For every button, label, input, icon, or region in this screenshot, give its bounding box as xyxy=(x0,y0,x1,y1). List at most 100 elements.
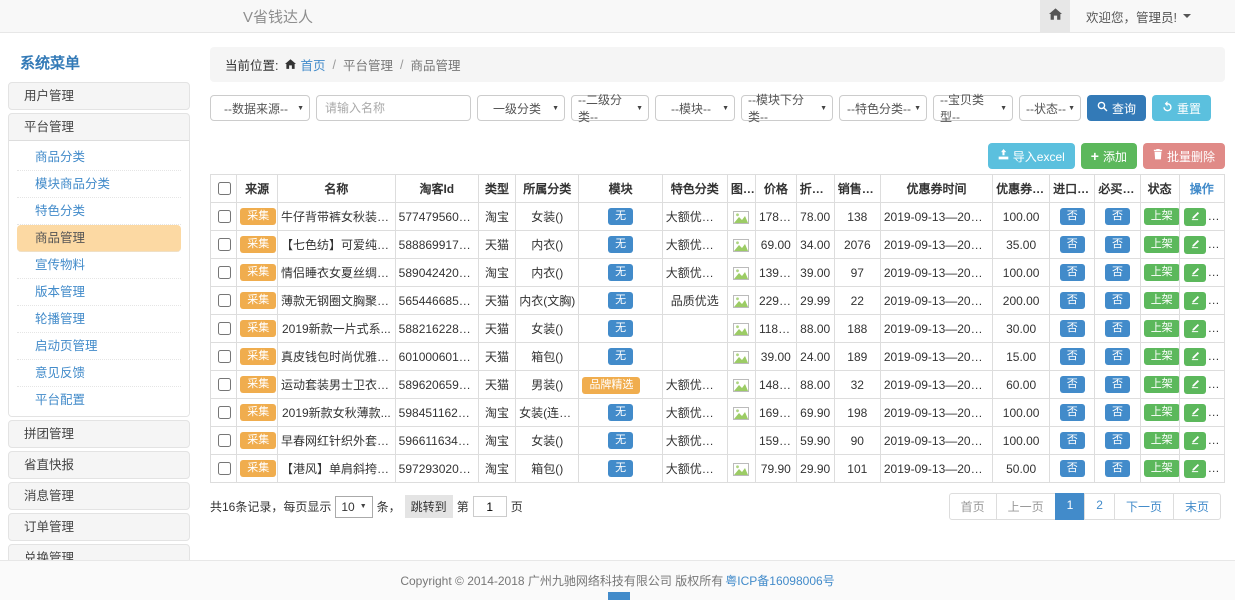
edit-button[interactable] xyxy=(1184,460,1206,478)
reset-button[interactable]: 重置 xyxy=(1152,95,1211,121)
import-select-toggle[interactable]: 否 xyxy=(1060,348,1085,365)
select-all-checkbox[interactable] xyxy=(218,182,231,195)
sidebar-item-特色分类[interactable]: 特色分类 xyxy=(17,198,181,225)
module-subcategory-select[interactable]: --模块下分类--▼ xyxy=(741,95,833,121)
import-select-toggle[interactable]: 否 xyxy=(1060,460,1085,477)
pagination-首页[interactable]: 首页 xyxy=(949,493,997,520)
import-select-toggle[interactable]: 否 xyxy=(1060,208,1085,225)
row-checkbox[interactable] xyxy=(218,266,231,279)
status-toggle[interactable]: 上架 xyxy=(1144,432,1179,449)
status-select[interactable]: --状态--▼ xyxy=(1019,95,1081,121)
must-buy-toggle[interactable]: 否 xyxy=(1105,236,1130,253)
module-badge[interactable]: 无 xyxy=(608,432,633,449)
module-badge[interactable]: 无 xyxy=(608,264,633,281)
status-toggle[interactable]: 上架 xyxy=(1144,320,1179,337)
module-badge[interactable]: 无 xyxy=(608,292,633,309)
edit-button[interactable] xyxy=(1184,208,1206,226)
row-checkbox[interactable] xyxy=(218,210,231,223)
home-button[interactable] xyxy=(1040,0,1070,32)
edit-button[interactable] xyxy=(1184,432,1206,450)
module-badge[interactable]: 无 xyxy=(608,208,633,225)
edit-button[interactable] xyxy=(1184,320,1206,338)
search-button[interactable]: 查询 xyxy=(1087,95,1146,121)
must-buy-toggle[interactable]: 否 xyxy=(1105,348,1130,365)
sidebar-section-消息管理[interactable]: 消息管理 xyxy=(9,483,189,509)
module-select[interactable]: --模块--▼ xyxy=(655,95,735,121)
sidebar-item-模块商品分类[interactable]: 模块商品分类 xyxy=(17,171,181,198)
row-checkbox[interactable] xyxy=(218,406,231,419)
import-select-toggle[interactable]: 否 xyxy=(1060,320,1085,337)
add-button[interactable]: + 添加 xyxy=(1081,143,1137,169)
import-select-toggle[interactable]: 否 xyxy=(1060,404,1085,421)
status-toggle[interactable]: 上架 xyxy=(1144,236,1179,253)
must-buy-toggle[interactable]: 否 xyxy=(1105,460,1130,477)
jump-button[interactable]: 跳转到 xyxy=(405,495,453,518)
status-toggle[interactable]: 上架 xyxy=(1144,404,1179,421)
edit-button[interactable] xyxy=(1184,264,1206,282)
item-type-select[interactable]: --宝贝类型--▼ xyxy=(933,95,1013,121)
import-excel-button[interactable]: 导入excel xyxy=(988,143,1075,169)
status-toggle[interactable]: 上架 xyxy=(1144,208,1179,225)
pagination-末页[interactable]: 末页 xyxy=(1173,493,1221,520)
row-checkbox[interactable] xyxy=(218,294,231,307)
data-source-select[interactable]: --数据来源--▼ xyxy=(210,95,310,121)
pagination-下一页[interactable]: 下一页 xyxy=(1114,493,1174,520)
must-buy-toggle[interactable]: 否 xyxy=(1105,208,1130,225)
must-buy-toggle[interactable]: 否 xyxy=(1105,432,1130,449)
sidebar-section-平台管理[interactable]: 平台管理 xyxy=(9,114,189,140)
sidebar-section-用户管理[interactable]: 用户管理 xyxy=(9,83,189,109)
edit-button[interactable] xyxy=(1184,236,1206,254)
user-menu[interactable]: 欢迎您，管理员! xyxy=(1070,7,1235,26)
sidebar-item-平台配置[interactable]: 平台配置 xyxy=(17,387,181,413)
must-buy-toggle[interactable]: 否 xyxy=(1105,404,1130,421)
module-badge[interactable]: 品牌精选 xyxy=(582,377,640,394)
breadcrumb-home-link[interactable]: 首页 xyxy=(285,55,325,74)
module-badge[interactable]: 无 xyxy=(608,348,633,365)
sidebar-item-商品管理[interactable]: 商品管理 xyxy=(17,225,181,252)
import-select-toggle[interactable]: 否 xyxy=(1060,264,1085,281)
row-checkbox[interactable] xyxy=(218,350,231,363)
sidebar-item-轮播管理[interactable]: 轮播管理 xyxy=(17,306,181,333)
must-buy-toggle[interactable]: 否 xyxy=(1105,320,1130,337)
pagination-2[interactable]: 2 xyxy=(1084,493,1115,520)
pagination-上一页[interactable]: 上一页 xyxy=(996,493,1056,520)
module-badge[interactable]: 无 xyxy=(608,320,633,337)
per-page-select[interactable]: 10 ▼ xyxy=(335,496,372,518)
page-number-input[interactable] xyxy=(473,496,507,517)
level2-category-select[interactable]: --二级分类--▼ xyxy=(571,95,649,121)
sidebar-item-商品分类[interactable]: 商品分类 xyxy=(17,144,181,171)
status-toggle[interactable]: 上架 xyxy=(1144,292,1179,309)
row-checkbox[interactable] xyxy=(218,238,231,251)
module-badge[interactable]: 无 xyxy=(608,460,633,477)
row-checkbox[interactable] xyxy=(218,378,231,391)
sidebar-section-拼团管理[interactable]: 拼团管理 xyxy=(9,421,189,447)
sidebar-item-宣传物料[interactable]: 宣传物料 xyxy=(17,252,181,279)
edit-button[interactable] xyxy=(1184,376,1206,394)
row-checkbox[interactable] xyxy=(218,434,231,447)
edit-button[interactable] xyxy=(1184,292,1206,310)
batch-delete-button[interactable]: 批量删除 xyxy=(1143,143,1225,169)
icp-link[interactable]: 粤ICP备16098006号 xyxy=(725,572,834,589)
status-toggle[interactable]: 上架 xyxy=(1144,376,1179,393)
name-input[interactable] xyxy=(316,95,471,121)
import-select-toggle[interactable]: 否 xyxy=(1060,376,1085,393)
must-buy-toggle[interactable]: 否 xyxy=(1105,292,1130,309)
pagination-1[interactable]: 1 xyxy=(1055,493,1086,520)
sidebar-section-省直快报[interactable]: 省直快报 xyxy=(9,452,189,478)
sidebar-section-兑换管理[interactable]: 兑换管理 xyxy=(9,545,189,560)
edit-button[interactable] xyxy=(1184,404,1206,422)
status-toggle[interactable]: 上架 xyxy=(1144,460,1179,477)
edit-button[interactable] xyxy=(1184,348,1206,366)
must-buy-toggle[interactable]: 否 xyxy=(1105,376,1130,393)
import-select-toggle[interactable]: 否 xyxy=(1060,432,1085,449)
import-select-toggle[interactable]: 否 xyxy=(1060,236,1085,253)
import-select-toggle[interactable]: 否 xyxy=(1060,292,1085,309)
module-badge[interactable]: 无 xyxy=(608,236,633,253)
module-badge[interactable]: 无 xyxy=(608,404,633,421)
level1-category-select[interactable]: 一级分类▼ xyxy=(477,95,565,121)
back-to-top-button[interactable] xyxy=(608,592,630,600)
sidebar-item-启动页管理[interactable]: 启动页管理 xyxy=(17,333,181,360)
status-toggle[interactable]: 上架 xyxy=(1144,264,1179,281)
sidebar-item-意见反馈[interactable]: 意见反馈 xyxy=(17,360,181,387)
sidebar-item-版本管理[interactable]: 版本管理 xyxy=(17,279,181,306)
